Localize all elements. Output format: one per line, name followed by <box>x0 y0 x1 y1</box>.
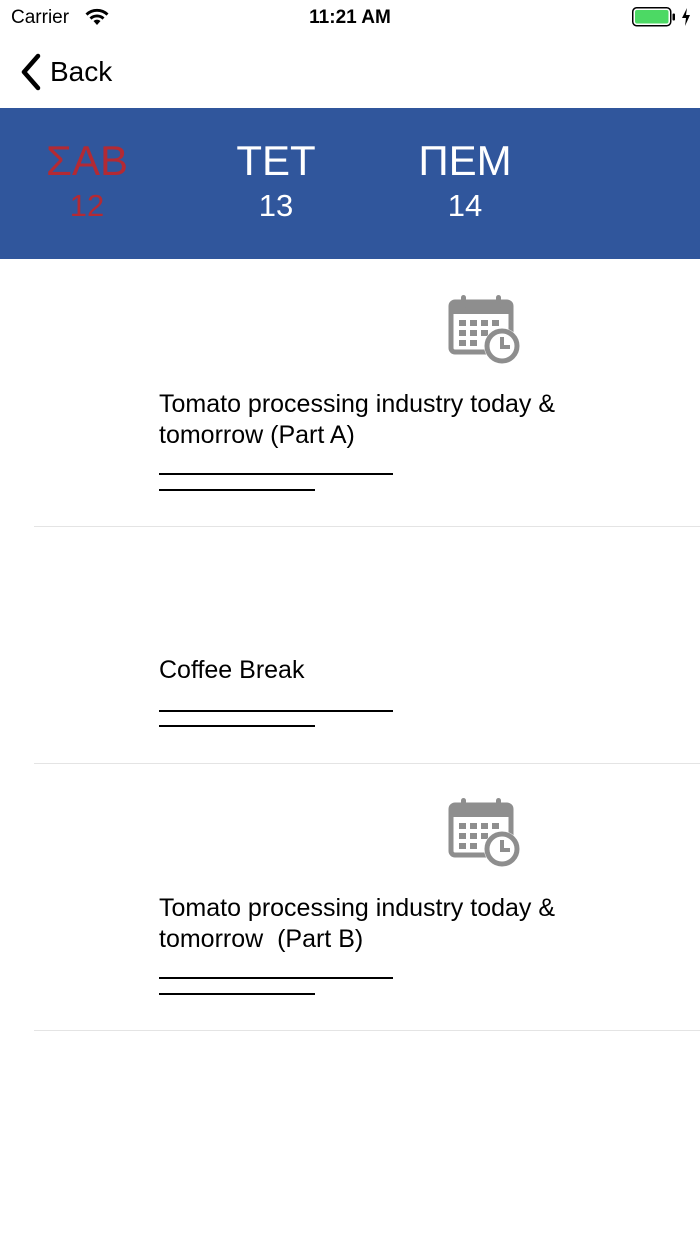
charging-bolt-icon <box>682 8 690 26</box>
divider-line <box>159 993 315 995</box>
session-row[interactable]: Tomato processing industry today & tomor… <box>34 764 700 1031</box>
back-label: Back <box>50 56 113 87</box>
calendar-clock-icon <box>448 295 520 364</box>
day-number: 14 <box>447 188 483 223</box>
day-tab-2[interactable]: ΤΕΤ 13 <box>181 136 371 224</box>
day-tab-1[interactable]: ΣΑΒ 12 <box>0 136 182 224</box>
session-title-line-1: Coffee Break <box>159 656 305 684</box>
back-button[interactable]: Back <box>18 52 112 92</box>
day-selector: ΣΑΒ 12 ΤΕΤ 13 ΠΕΜ 14 <box>0 108 700 259</box>
day-number: 13 <box>258 188 294 223</box>
divider-line <box>159 725 315 727</box>
calendar-clock-icon <box>448 798 520 867</box>
divider-line <box>159 489 315 491</box>
session-title: Tomato processing industry today & tomor… <box>159 893 629 955</box>
chevron-left-icon <box>21 53 41 91</box>
divider-line <box>159 977 393 979</box>
session-title-line-1: Tomato processing industry today & <box>159 390 556 418</box>
session-title-line-2: tomorrow (Part B) <box>159 925 364 953</box>
session-title-line-2: tomorrow (Part A) <box>159 421 355 449</box>
divider-line <box>159 473 393 475</box>
navigation-bar: Back <box>0 36 700 108</box>
session-row[interactable]: Coffee Break <box>34 527 700 764</box>
day-name: ΣΑΒ <box>46 137 128 184</box>
day-name: ΠΕΜ <box>418 137 512 184</box>
battery-icon <box>632 7 675 27</box>
session-row[interactable]: Tomato processing industry today & tomor… <box>34 259 700 527</box>
session-title: Tomato processing industry today & tomor… <box>159 389 629 451</box>
status-bar: Carrier 11:21 AM <box>0 0 700 36</box>
session-title: Coffee Break <box>159 655 629 686</box>
session-title-line-1: Tomato processing industry today & <box>159 894 556 922</box>
status-time: 11:21 AM <box>309 7 391 28</box>
screen: Carrier 11:21 AM Back ΣΑΒ 12 ΤΕΤ 13 ΠΕΜ … <box>0 0 700 1244</box>
day-number: 12 <box>69 188 105 223</box>
day-name: ΤΕΤ <box>236 137 316 184</box>
day-tab-3[interactable]: ΠΕΜ 14 <box>370 136 560 224</box>
divider-line <box>159 710 393 712</box>
